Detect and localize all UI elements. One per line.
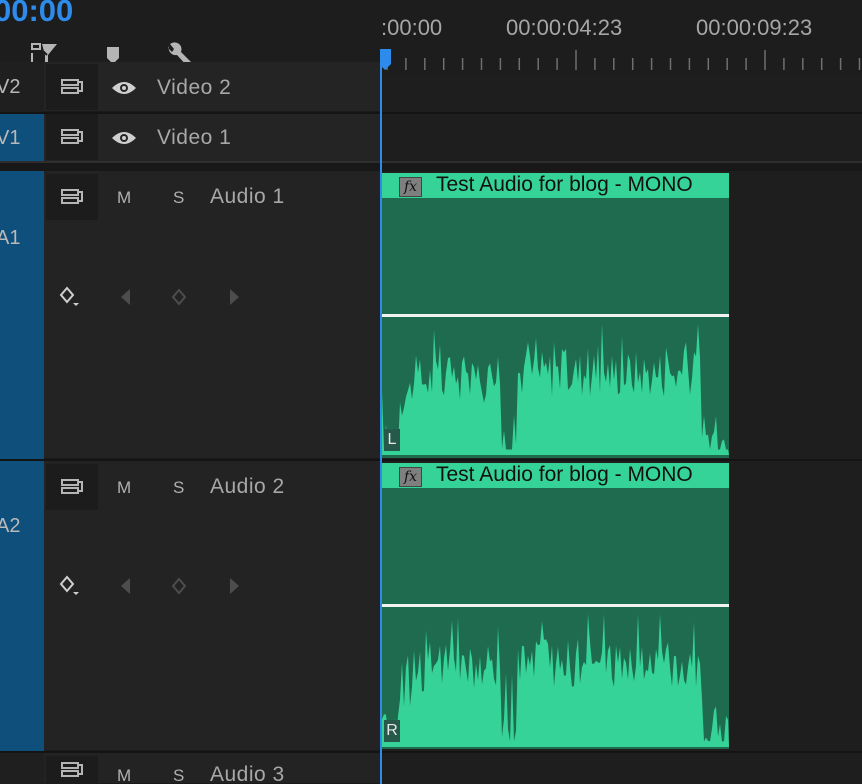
toggle-sync-lock-icon[interactable]: [46, 756, 98, 784]
track-name-v1[interactable]: Video 1: [157, 126, 231, 150]
ruler-label-end: 00:00:09:23: [696, 15, 812, 41]
add-keyframe-icon[interactable]: [170, 577, 188, 595]
track-name-v2[interactable]: Video 2: [157, 76, 231, 100]
waveform-right: [382, 607, 729, 747]
track-lane-a3[interactable]: [382, 753, 862, 784]
track-label-v1: V1: [0, 127, 20, 150]
clip-header[interactable]: fx Test Audio for blog - MONO: [382, 463, 729, 488]
toggle-sync-lock-icon[interactable]: [46, 114, 98, 160]
mute-button[interactable]: M: [117, 188, 131, 208]
track-label-v2: V2: [0, 76, 20, 99]
track-target-a1[interactable]: A1: [0, 171, 44, 459]
mute-button[interactable]: M: [117, 766, 131, 784]
clip-title: Test Audio for blog - MONO: [436, 463, 693, 487]
mute-button[interactable]: M: [117, 478, 131, 498]
keyframe-menu-icon[interactable]: [58, 286, 82, 310]
timecode-display[interactable]: 00:00: [0, 0, 73, 29]
toggle-sync-lock-icon[interactable]: [46, 174, 98, 220]
eye-icon[interactable]: [110, 129, 138, 147]
track-name-a2[interactable]: Audio 2: [210, 475, 285, 499]
track-target-v2[interactable]: V2: [0, 62, 44, 112]
clip-title: Test Audio for blog - MONO: [436, 173, 693, 197]
audio-clip-a2[interactable]: fx Test Audio for blog - MONO R: [382, 463, 729, 749]
solo-button[interactable]: S: [173, 766, 184, 784]
solo-button[interactable]: S: [173, 188, 184, 208]
playhead-line[interactable]: [380, 62, 382, 784]
channel-label: R: [384, 720, 400, 742]
prev-keyframe-icon[interactable]: [118, 576, 134, 596]
playhead-handle-icon[interactable]: [379, 49, 392, 71]
track-label-a2: A2: [0, 515, 20, 538]
ruler-label-start: :00:00: [381, 15, 442, 41]
track-header-a2[interactable]: M S Audio 2: [44, 461, 380, 751]
fx-badge-icon[interactable]: fx: [399, 177, 422, 197]
solo-button[interactable]: S: [173, 478, 184, 498]
prev-keyframe-icon[interactable]: [118, 287, 134, 307]
clip-header[interactable]: fx Test Audio for blog - MONO: [382, 173, 729, 198]
eye-icon[interactable]: [110, 79, 138, 97]
ruler-label-mid: 00:00:04:23: [506, 15, 622, 41]
next-keyframe-icon[interactable]: [226, 576, 242, 596]
track-target-v1[interactable]: V1: [0, 113, 44, 162]
ruler-ticks: [381, 44, 862, 74]
time-ruler[interactable]: :00:00 00:00:04:23 00:00:09:23: [381, 0, 862, 74]
track-header-v1[interactable]: Video 1: [44, 113, 380, 162]
channel-label: L: [384, 429, 400, 451]
toggle-sync-lock-icon[interactable]: [46, 64, 98, 110]
track-target-a2[interactable]: A2: [0, 461, 44, 751]
waveform-path: [382, 614, 729, 747]
track-lane-v1[interactable]: [382, 113, 862, 161]
track-header-v2[interactable]: Video 2: [44, 62, 380, 112]
keyframe-menu-icon[interactable]: [58, 575, 82, 599]
waveform-path: [382, 324, 729, 455]
track-label-a1: A1: [0, 227, 20, 250]
track-name-a1[interactable]: Audio 1: [210, 185, 285, 209]
fx-badge-icon[interactable]: fx: [399, 467, 422, 487]
track-target-a3[interactable]: [0, 753, 44, 784]
toggle-sync-lock-icon[interactable]: [46, 464, 98, 510]
divider: [0, 112, 862, 114]
track-lane-v2[interactable]: [382, 74, 862, 112]
add-keyframe-icon[interactable]: [170, 288, 188, 306]
next-keyframe-icon[interactable]: [226, 287, 242, 307]
divider: [0, 163, 862, 171]
waveform-left: [382, 317, 729, 455]
track-header-a3[interactable]: M S Audio 3: [44, 753, 380, 784]
track-name-a3[interactable]: Audio 3: [210, 763, 285, 784]
track-header-a1[interactable]: M S Audio 1: [44, 171, 380, 459]
audio-clip-a1[interactable]: fx Test Audio for blog - MONO L: [382, 173, 729, 458]
